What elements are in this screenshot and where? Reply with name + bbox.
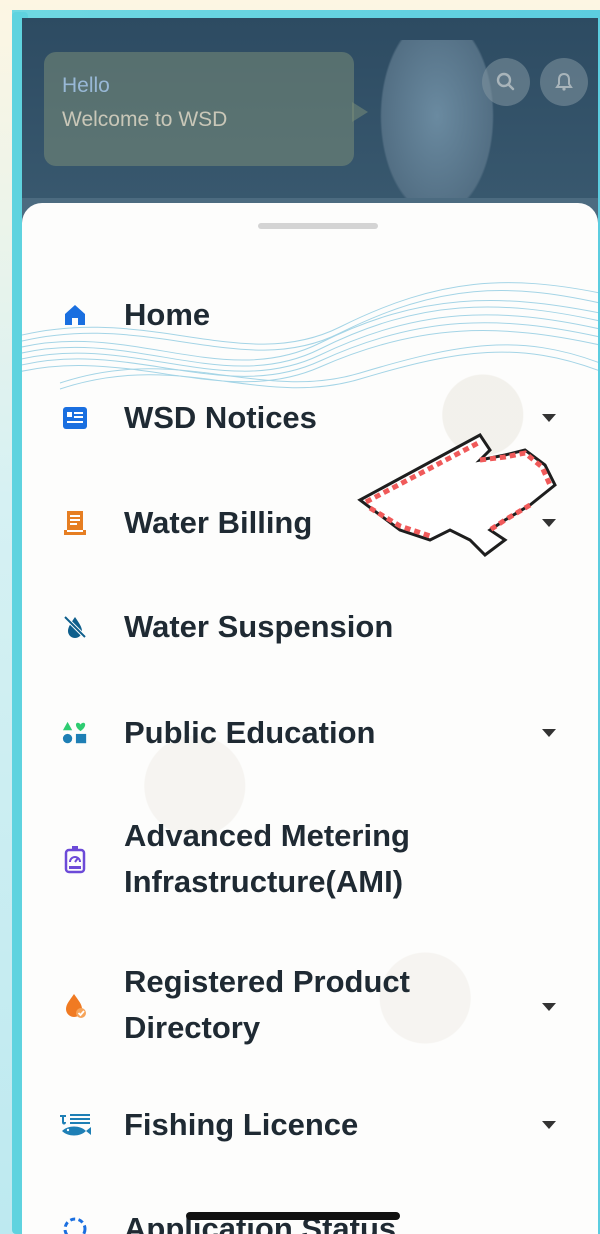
menu-label-fishing-licence: Fishing Licence xyxy=(124,1107,359,1142)
water-suspension-icon xyxy=(62,614,88,640)
menu-label-water-suspension: Water Suspension xyxy=(124,609,394,644)
menu-item-water-billing[interactable]: Water Billing xyxy=(22,501,598,545)
menu-item-wsd-notices[interactable]: WSD Notices xyxy=(22,396,598,440)
menu-label-public-education: Public Education xyxy=(124,715,376,750)
menu-label-wsd-notices: WSD Notices xyxy=(124,400,317,435)
fish-icon xyxy=(58,1112,92,1138)
bill-icon xyxy=(62,510,88,536)
greeting-hello: Hello xyxy=(62,74,110,97)
chevron-down-icon[interactable] xyxy=(542,1003,556,1011)
status-spinner-icon xyxy=(62,1216,88,1234)
menu-label-registered-product: Registered Product xyxy=(124,964,410,999)
search-button[interactable] xyxy=(482,58,530,106)
menu-label-advanced-metering: Advanced Metering xyxy=(124,818,410,853)
menu-item-home[interactable]: Home xyxy=(22,293,598,337)
menu-label-advanced-metering-line2: Infrastructure(AMI) xyxy=(124,864,404,899)
product-drop-icon xyxy=(62,993,88,1019)
chevron-down-icon[interactable] xyxy=(542,519,556,527)
menu-label-water-billing: Water Billing xyxy=(124,505,313,540)
menu-label-registered-product-line2: Directory xyxy=(124,1010,261,1045)
meter-icon xyxy=(62,846,88,874)
notices-icon xyxy=(62,405,88,431)
menu-item-advanced-metering[interactable]: Advanced Metering Infrastructure(AMI) xyxy=(22,815,598,905)
menu-drawer: Home WSD Notices Water Billing Water Sus… xyxy=(22,203,598,1234)
drawer-grab-handle[interactable] xyxy=(258,223,378,229)
app-header: Hello Welcome to WSD xyxy=(22,18,598,230)
chevron-down-icon[interactable] xyxy=(542,1121,556,1129)
chevron-down-icon[interactable] xyxy=(542,414,556,422)
home-indicator-bar[interactable] xyxy=(186,1212,400,1220)
menu-item-fishing-licence[interactable]: Fishing Licence xyxy=(22,1103,598,1147)
menu-item-public-education[interactable]: Public Education xyxy=(22,711,598,755)
education-shapes-icon xyxy=(62,720,88,746)
home-icon xyxy=(62,302,88,328)
search-icon xyxy=(496,72,515,91)
menu-item-water-suspension[interactable]: Water Suspension xyxy=(22,605,598,649)
phone-screen: Hello Welcome to WSD Home WSD Notices Wa… xyxy=(22,18,598,1234)
greeting-welcome: Welcome to WSD xyxy=(62,108,228,131)
chevron-down-icon[interactable] xyxy=(542,729,556,737)
menu-label-home: Home xyxy=(124,297,211,332)
notification-button[interactable] xyxy=(540,58,588,106)
greeting-bubble: Hello Welcome to WSD xyxy=(44,52,368,166)
frame-top-border xyxy=(12,10,600,18)
menu-item-registered-product-directory[interactable]: Registered Product Directory xyxy=(22,961,598,1051)
bell-icon xyxy=(555,72,573,91)
